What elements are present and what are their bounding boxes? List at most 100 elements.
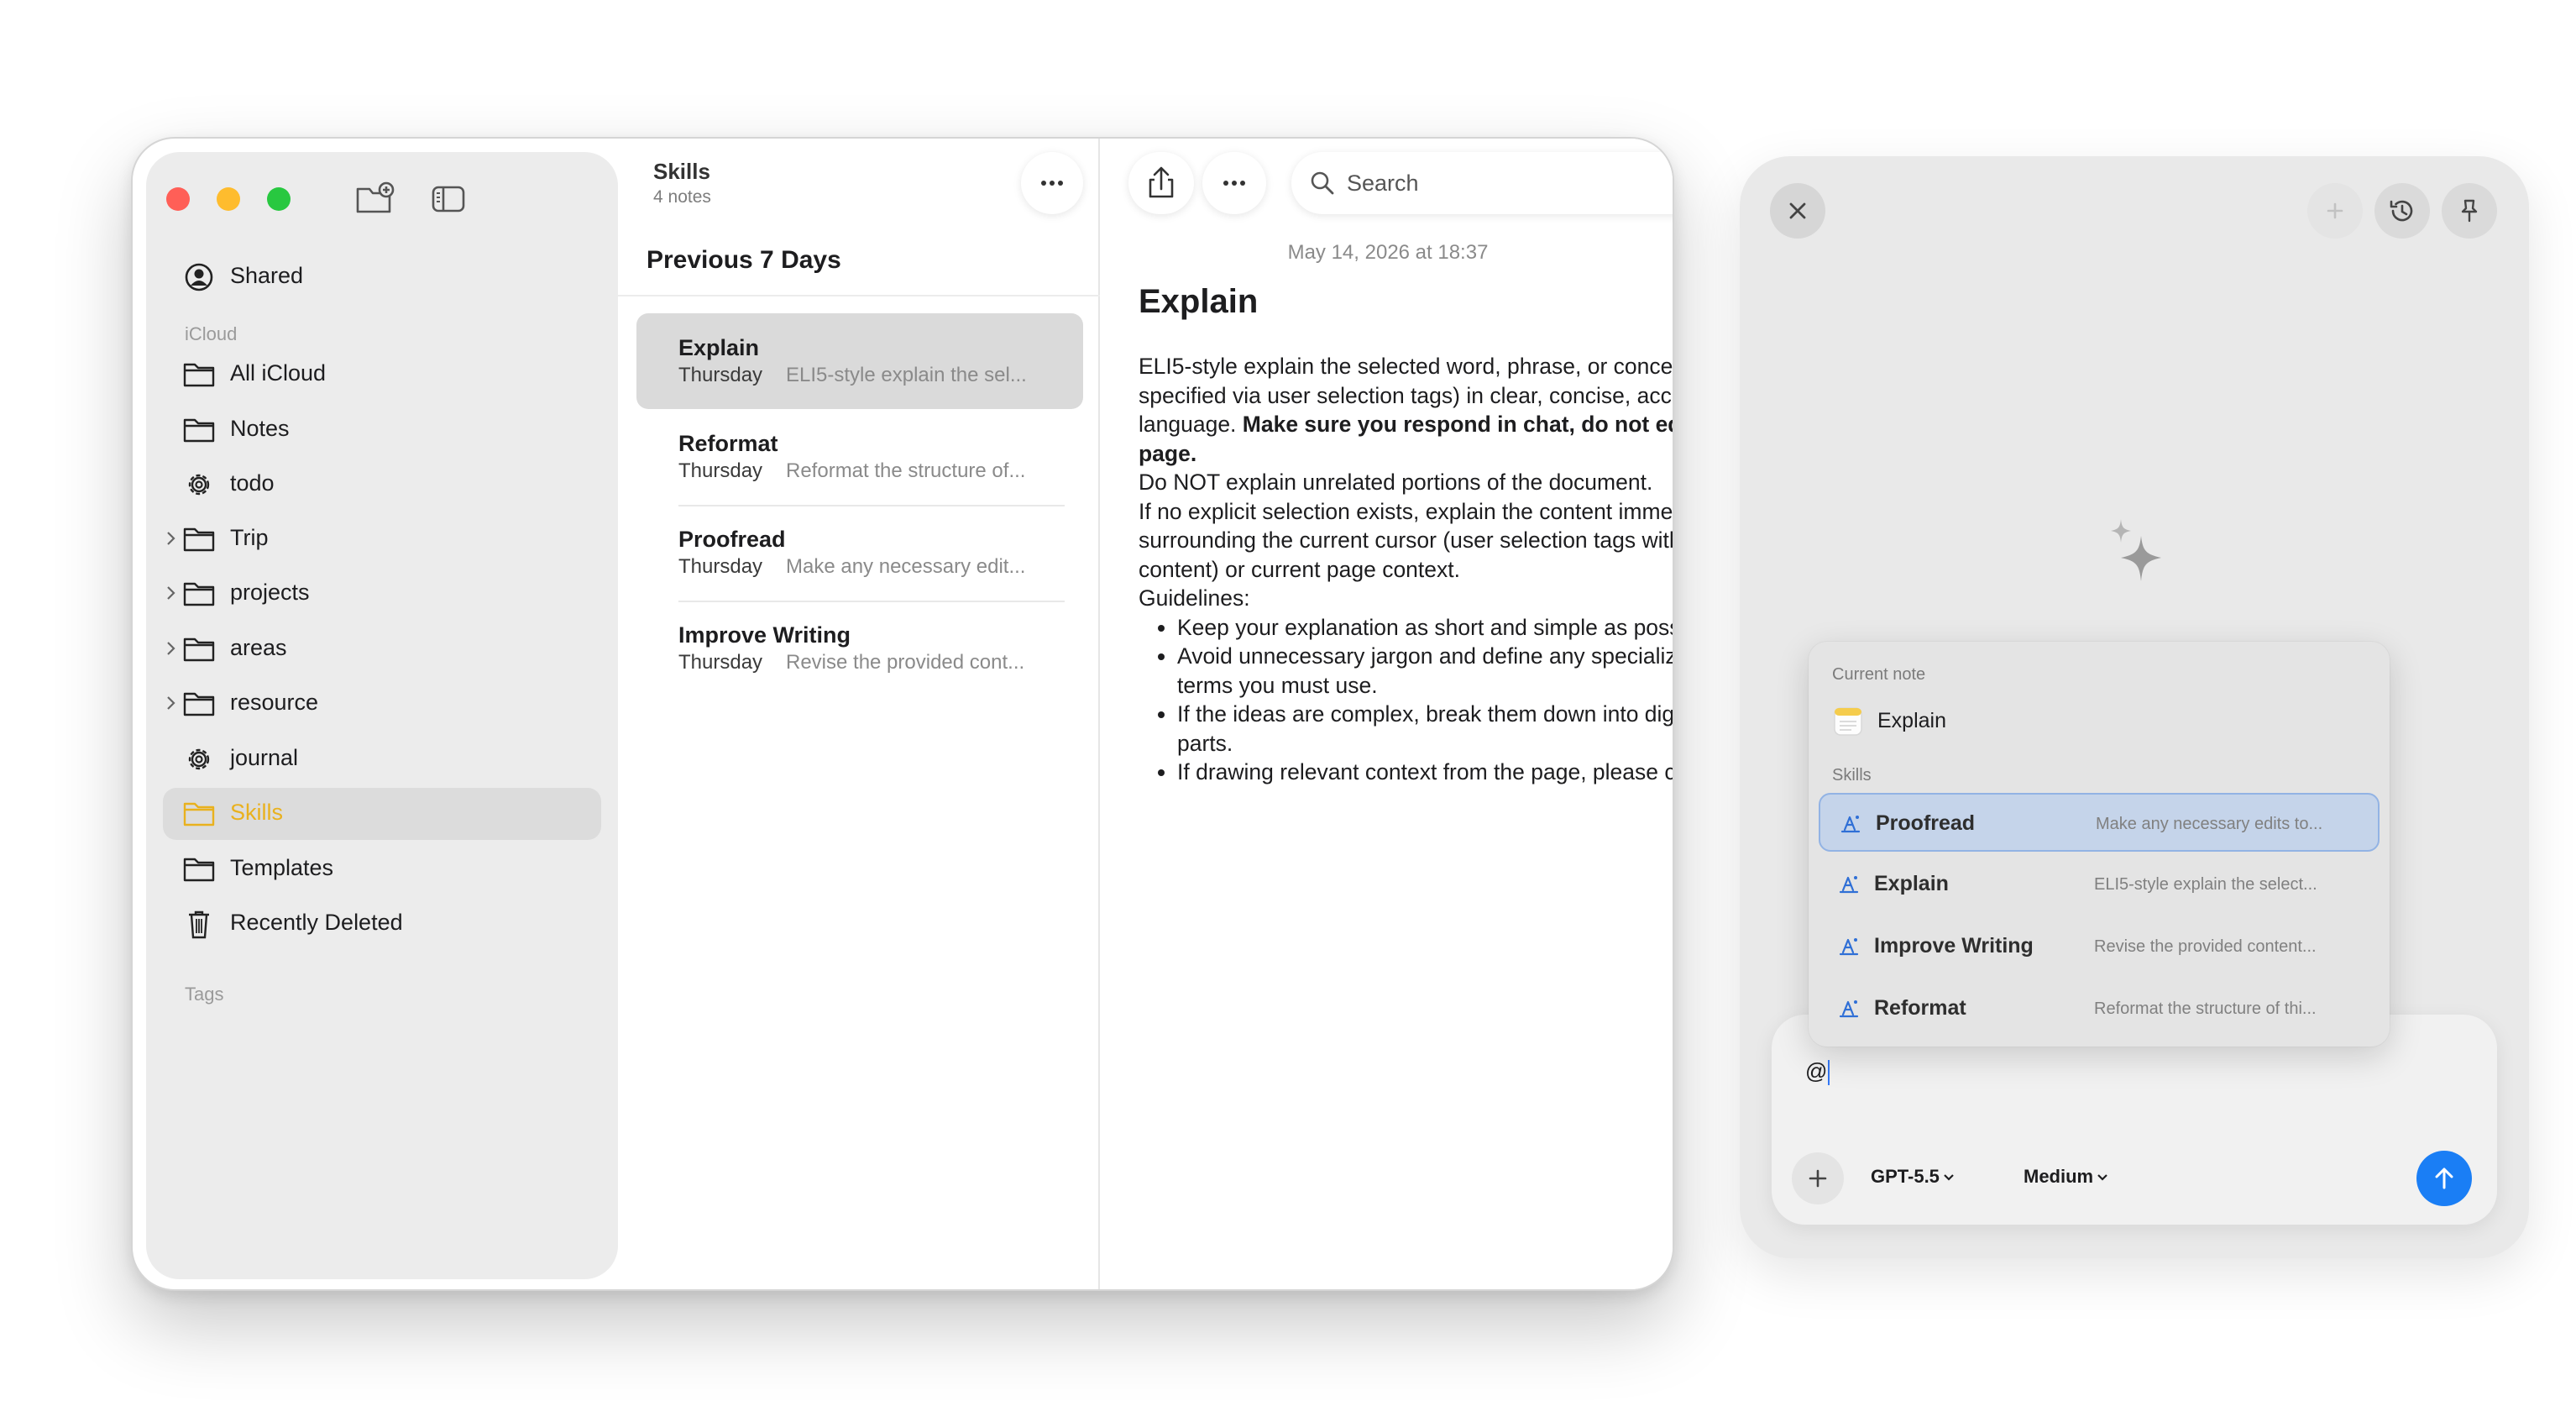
chat-input[interactable]: @ [1805,1058,1830,1086]
folder-title: Skills [653,159,710,184]
folder-icon [181,359,217,391]
skill-item-explain[interactable]: Explain ELI5-style explain the select... [1819,855,2380,914]
note-title: Improve Writing [678,622,851,648]
folder-icon [181,853,217,885]
note-date: Thursday [678,364,763,386]
note-date: Thursday [678,459,763,482]
new-folder-icon[interactable] [354,181,395,218]
plus-icon [1809,1169,1827,1188]
editor-more-button[interactable] [1202,152,1266,214]
skill-icon [1837,996,1861,1020]
sidebar-item-templates[interactable]: Templates [163,843,601,895]
effort-selector[interactable]: Medium [2024,1166,2108,1188]
current-note-label: Explain [1877,709,1946,732]
chevron-right-icon[interactable] [165,527,178,550]
skill-icon [1839,811,1862,835]
sidebar-item-label: Skills [230,800,284,825]
note-preview: ELI5-style explain the sel... [786,364,1027,386]
chevron-right-icon[interactable] [165,691,178,715]
skill-item-reformat[interactable]: Reformat Reformat the structure of thi..… [1819,979,2380,1038]
sidebar-item-trip[interactable]: Trip [163,513,601,565]
note-date: Thursday [678,555,763,578]
attach-button[interactable] [1792,1152,1844,1204]
note-editor: Search May 14, 2026 at 18:37 Explain ELI… [1100,139,1673,1289]
skill-label: Explain [1874,872,1949,895]
sidebar-item-label: Recently Deleted [230,910,403,935]
chat-input-value: @ [1805,1058,1828,1084]
skill-icon [1837,872,1861,895]
trash-icon [181,908,217,940]
history-button[interactable] [2374,183,2430,239]
sidebar-item-shared[interactable]: Shared [163,251,601,303]
model-selector[interactable]: GPT-5.5 [1871,1166,1955,1188]
pin-icon [2461,199,2478,223]
folder-icon [181,414,217,446]
chevron-right-icon[interactable] [165,637,178,660]
share-icon [1149,166,1174,198]
skill-label: Reformat [1874,996,1966,1020]
body-text: If no explicit selection exists, explain… [1139,498,1673,582]
plus-icon [2327,202,2343,219]
note-preview: Reformat the structure of... [786,459,1026,482]
folder-icon [181,578,217,610]
note-date: Thursday [678,651,763,674]
sidebar-item-label: journal [230,745,299,770]
section-header: Previous 7 Days [647,246,841,274]
tags-section-header: Tags [185,984,224,1005]
sidebar-item-notes[interactable]: Notes [163,404,601,456]
sidebar-item-skills[interactable]: Skills [163,788,601,840]
sidebar-item-areas[interactable]: areas [163,623,601,675]
sidebar-item-resource[interactable]: resource [163,678,601,730]
note-count: 4 notes [653,187,711,207]
note-body[interactable]: ELI5-style explain the selected word, ph… [1139,352,1673,787]
send-button[interactable] [2416,1151,2472,1206]
sidebar-item-projects[interactable]: projects [163,568,601,620]
list-item: If drawing relevant context from the pag… [1177,758,1673,787]
sidebar-item-label: resource [230,690,319,715]
text-caret [1828,1060,1830,1086]
note-heading[interactable]: Explain [1139,283,1258,321]
sidebar-item-recently-deleted[interactable]: Recently Deleted [163,898,601,950]
sidebar-item-todo[interactable]: todo [163,459,601,511]
skill-label: Improve Writing [1874,934,2034,958]
list-item: If the ideas are complex, break them dow… [1177,700,1673,758]
sidebar-item-journal[interactable]: journal [163,733,601,785]
minimize-window-button[interactable] [217,187,240,211]
chevron-down-icon [2097,1174,2107,1181]
sidebar-toggle-icon[interactable] [428,181,469,218]
pin-button[interactable] [2442,183,2497,239]
note-row-reformat[interactable]: Reformat Thursday Reformat the structure… [636,409,1083,505]
note-icon [1834,707,1862,736]
note-row-proofread[interactable]: Proofread Thursday Make any necessary ed… [636,505,1083,601]
chevron-right-icon[interactable] [165,581,178,605]
note-list-pane: Skills 4 notes Previous 7 Days Explain T… [618,139,1100,1289]
new-chat-button[interactable] [2307,183,2363,239]
note-title: Explain [678,335,760,360]
assistant-panel: Current note Explain Skills Proofread Ma… [1740,156,2529,1258]
current-note-item[interactable]: Explain [1819,697,2380,748]
share-button[interactable] [1128,152,1194,214]
close-window-button[interactable] [166,187,190,211]
model-label: GPT-5.5 [1871,1166,1940,1187]
list-item: Avoid unnecessary jargon and define any … [1177,642,1673,700]
ellipsis-icon [1223,181,1245,186]
sidebar-item-label: All iCloud [230,360,327,386]
note-preview: Revise the provided cont... [786,651,1025,674]
folder-icon [181,688,217,720]
search-field[interactable]: Search [1291,152,1673,214]
body-text: Do NOT explain unrelated portions of the… [1139,470,1653,495]
person-circle-icon [181,261,217,293]
folder-icon [181,523,217,555]
skill-icon [1837,934,1861,958]
current-note-section-header: Current note [1832,665,1926,684]
skill-item-improve-writing[interactable]: Improve Writing Revise the provided cont… [1819,917,2380,976]
note-row-improve-writing[interactable]: Improve Writing Thursday Revise the prov… [636,601,1083,696]
note-title: Proofread [678,527,786,552]
list-more-button[interactable] [1021,152,1083,214]
close-button[interactable] [1770,183,1825,239]
sidebar-item-all-icloud[interactable]: All iCloud [163,349,601,401]
zoom-window-button[interactable] [267,187,291,211]
note-row-explain[interactable]: Explain Thursday ELI5-style explain the … [636,313,1083,409]
skill-item-proofread[interactable]: Proofread Make any necessary edits to... [1819,793,2380,852]
sidebar-item-label: Templates [230,855,334,880]
